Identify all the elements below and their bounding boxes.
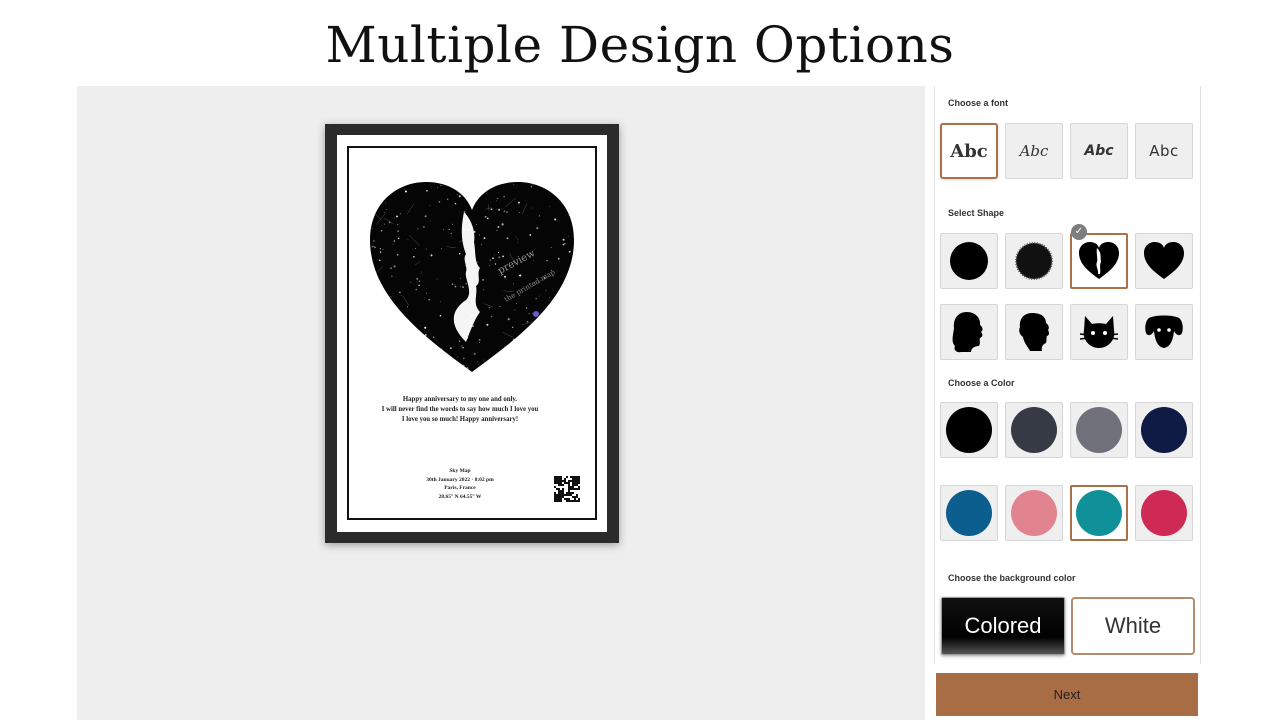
selected-check-icon: ✓	[1071, 224, 1087, 240]
background-white-button[interactable]: White	[1071, 597, 1195, 655]
background-section-label: Choose the background color	[948, 573, 1076, 583]
poster-message: Happy anniversary to my one and only. I …	[343, 395, 577, 425]
cat-face-icon	[1079, 316, 1119, 348]
font-option-handwritten[interactable]: Abc	[1135, 123, 1193, 179]
background-colored-button[interactable]: Colored	[941, 597, 1065, 655]
color-swatch	[946, 407, 992, 453]
man-profile-icon	[1019, 313, 1049, 351]
poster-meta-coordinates: 28.65° N 64.55° W	[438, 493, 482, 500]
shape-option-woman-profile[interactable]	[940, 304, 998, 360]
color-option[interactable]	[1135, 402, 1193, 458]
poster-mat: preview the printed map Happy anniversar…	[337, 135, 607, 532]
poster-message-line: Happy anniversary to my one and only.	[402, 396, 518, 403]
color-option[interactable]	[1070, 485, 1128, 541]
heart-sky-map-image: preview the printed map	[370, 182, 574, 372]
font-option-label: Abc	[1019, 142, 1049, 160]
color-swatch	[1076, 490, 1122, 536]
qr-code-icon	[554, 476, 580, 502]
color-swatch	[946, 490, 992, 536]
shape-option-cat[interactable]	[1070, 304, 1128, 360]
font-section-label: Choose a font	[948, 98, 1008, 108]
color-section-label: Choose a Color	[948, 378, 1015, 388]
color-option[interactable]	[1135, 485, 1193, 541]
font-option-label: Abc	[950, 140, 988, 162]
circle-shape-icon	[950, 242, 988, 280]
color-option[interactable]	[1070, 402, 1128, 458]
color-swatch	[1076, 407, 1122, 453]
font-option-script[interactable]: Abc	[1005, 123, 1063, 179]
color-option[interactable]	[940, 402, 998, 458]
poster-preview-area: preview the printed map Happy anniversar…	[77, 86, 925, 720]
shape-section-label: Select Shape	[948, 208, 1005, 218]
woman-profile-icon	[952, 312, 983, 353]
font-option-label: Abc	[1149, 142, 1179, 160]
heart-couple-shape-icon	[1079, 242, 1119, 279]
next-button[interactable]: Next	[936, 673, 1198, 716]
color-option[interactable]	[1005, 485, 1063, 541]
poster-meta-date: 30th January 2022 · 8:02 pm	[426, 476, 494, 483]
soft-circle-shape-icon	[1015, 242, 1053, 280]
poster-meta-title: Sky Map	[449, 468, 471, 474]
heart-shape-icon	[1144, 242, 1184, 279]
page-headline: Multiple Design Options	[325, 16, 955, 74]
font-option-italic[interactable]: Abc	[1070, 123, 1128, 179]
shape-option-heart[interactable]	[1135, 233, 1193, 289]
shape-option-dog[interactable]	[1135, 304, 1193, 360]
design-options-panel: Choose a font Abc Abc Abc Abc Select Sha…	[934, 86, 1201, 664]
dog-face-icon	[1145, 315, 1183, 348]
shape-option-man-profile[interactable]	[1005, 304, 1063, 360]
color-swatch	[1141, 407, 1187, 453]
shape-option-heart-couple[interactable]	[1070, 233, 1128, 289]
shape-option-circle[interactable]	[940, 233, 998, 289]
color-option[interactable]	[1005, 402, 1063, 458]
poster-meta: Sky Map 30th January 2022 · 8:02 pm Pari…	[405, 467, 515, 501]
font-option-label: Abc	[1084, 143, 1114, 159]
color-swatch	[1011, 407, 1057, 453]
poster-message-line: I love you so much! Happy anniversary!	[401, 416, 519, 423]
color-swatch	[1141, 490, 1187, 536]
shape-option-circle-soft[interactable]	[1005, 233, 1063, 289]
color-swatch	[1011, 490, 1057, 536]
poster-frame: preview the printed map Happy anniversar…	[325, 124, 619, 543]
font-option-serif-bold[interactable]: Abc	[940, 123, 998, 179]
poster-meta-location: Paris, France	[444, 485, 476, 491]
color-option[interactable]	[940, 485, 998, 541]
poster-message-line: I will never find the words to say how m…	[381, 406, 539, 413]
